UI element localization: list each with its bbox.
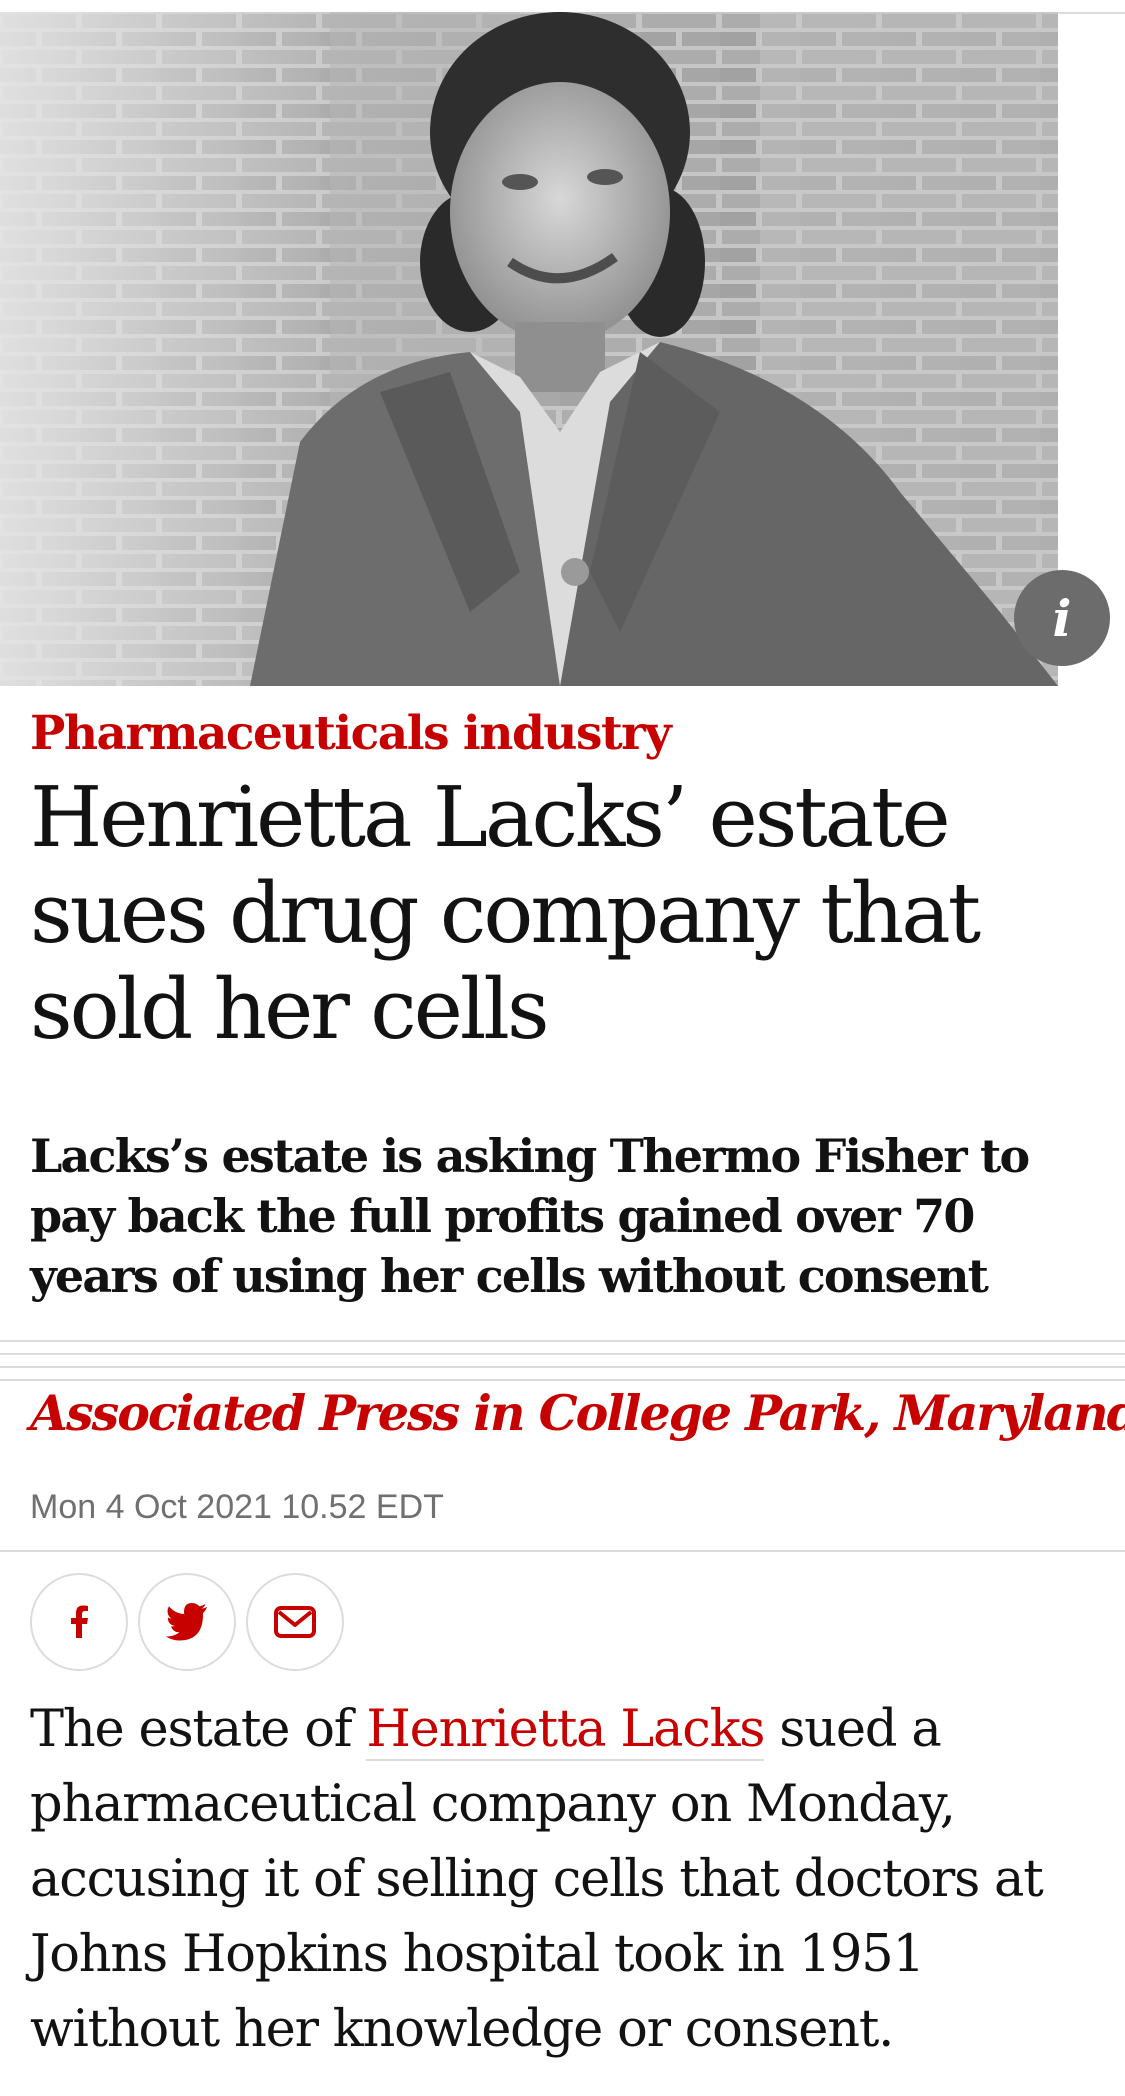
article-dateline: Mon 4 Oct 2021 10.52 EDT: [30, 1488, 444, 1526]
email-share-button[interactable]: [246, 1573, 344, 1671]
article-standfirst: Lacks’s estate is asking Thermo Fisher t…: [30, 1129, 1030, 1303]
facebook-icon: [71, 1605, 88, 1638]
article-byline[interactable]: Associated Press in College Park, Maryla…: [30, 1384, 1125, 1442]
twitter-share-button[interactable]: [138, 1573, 236, 1671]
share-buttons: [30, 1573, 344, 1671]
article-headline: Henrietta Lacks’ estate sues drug compan…: [30, 769, 981, 1058]
facebook-share-button[interactable]: [30, 1573, 128, 1671]
section-kicker[interactable]: Pharmaceuticals industry: [30, 706, 672, 761]
hero-photo: [0, 12, 1058, 686]
body-text-start: The estate of: [30, 1700, 367, 1759]
hero-image: [0, 12, 1058, 686]
twitter-icon: [165, 1603, 207, 1641]
info-button[interactable]: i: [1014, 570, 1110, 666]
divider-rule: [0, 1550, 1125, 1552]
article-body-paragraph: The estate of Henrietta Lacks sued a pha…: [30, 1692, 1115, 2067]
email-icon: [274, 1606, 316, 1638]
info-icon: i: [1052, 588, 1072, 648]
henrietta-lacks-link[interactable]: Henrietta Lacks: [366, 1700, 765, 1761]
